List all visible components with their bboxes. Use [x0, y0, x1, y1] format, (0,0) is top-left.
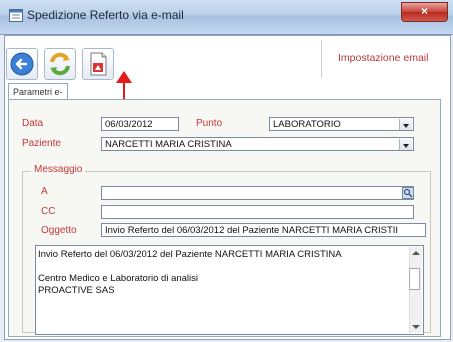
sync-button[interactable]	[44, 48, 76, 80]
body-line: PROACTIVE SAS	[38, 285, 115, 296]
annotation-arrow-line	[123, 80, 125, 100]
body-line: Centro Medico e Laboratorio di analisi	[38, 273, 199, 284]
scrollbar-thumb[interactable]	[409, 268, 420, 290]
chevron-down-icon[interactable]	[399, 139, 412, 150]
a-label: A	[41, 186, 48, 197]
cc-field[interactable]	[101, 205, 414, 219]
back-button[interactable]	[6, 48, 38, 80]
body-line: Invio Referto del 06/03/2012 del Pazient…	[38, 249, 342, 260]
messaggio-legend: Messaggio	[31, 164, 86, 175]
body-line	[38, 261, 421, 273]
app-window-icon	[9, 9, 23, 22]
oggetto-field[interactable]: Invio Referto del 06/03/2012 del Pazient…	[101, 223, 426, 237]
message-body[interactable]: Invio Referto del 06/03/2012 del Pazient…	[35, 245, 424, 335]
a-recipient-field[interactable]	[101, 186, 414, 200]
paziente-value: NARCETTI MARIA CRISTINA	[105, 139, 232, 150]
pdf-button[interactable]	[82, 48, 114, 80]
impostazione-email-link[interactable]: Impostazione email	[338, 52, 428, 64]
toolbar-separator	[321, 40, 322, 78]
title-bar: Spedizione Referto via e-mail ×	[0, 0, 453, 35]
cc-label: CC	[41, 206, 56, 217]
paziente-select[interactable]: NARCETTI MARIA CRISTINA	[101, 137, 414, 151]
refresh-icon	[50, 52, 70, 76]
data-field[interactable]: 06/03/2012	[101, 117, 179, 131]
punto-select[interactable]: LABORATORIO	[269, 117, 414, 131]
scrollbar[interactable]	[409, 247, 422, 333]
punto-value: LABORATORIO	[273, 119, 341, 130]
chevron-down-icon[interactable]	[399, 119, 412, 130]
back-arrow-icon	[10, 52, 34, 76]
window-title: Spedizione Referto via e-mail	[27, 8, 184, 22]
pdf-document-icon	[90, 52, 107, 76]
data-label: Data	[22, 118, 44, 129]
oggetto-label: Oggetto	[41, 225, 77, 236]
tab-parametri-email[interactable]: Parametri e-mail	[8, 83, 68, 114]
punto-label: Punto	[196, 118, 223, 129]
close-button[interactable]: ×	[401, 2, 448, 22]
paziente-label: Paziente	[22, 138, 61, 149]
address-book-icon[interactable]	[402, 187, 414, 199]
